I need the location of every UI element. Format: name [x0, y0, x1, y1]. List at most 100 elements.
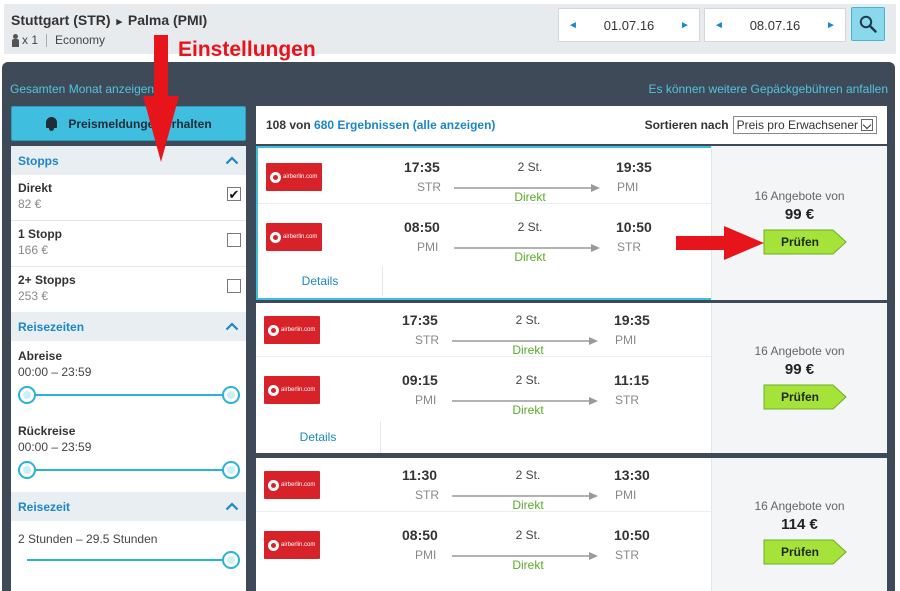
flight-duration: 2 St.	[517, 220, 543, 234]
airline-mark-icon	[268, 479, 279, 491]
airline-logo: airberlin.com	[264, 376, 320, 404]
search-button[interactable]	[851, 7, 885, 41]
baggage-fees-link[interactable]: Es können weitere Gepäckgebühren anfalle…	[649, 82, 889, 96]
airline-mark-icon	[270, 231, 281, 243]
sort-label: Sortieren nach	[644, 118, 729, 132]
stops-option-direct[interactable]: Direkt 82 € ✔	[11, 176, 246, 221]
show-month-link[interactable]: Gesamten Monat anzeigen	[10, 82, 154, 96]
arrival-airport: PMI	[615, 488, 637, 502]
direct-checkbox[interactable]: ✔	[227, 187, 241, 201]
departure-time: 08:50	[404, 219, 440, 235]
trip-details: x 1 Economy	[11, 33, 105, 47]
sort-select-value: Preis pro Erwachsener	[736, 118, 858, 132]
stops-option-price: 82 €	[18, 197, 42, 211]
departure-time-slider[interactable]	[18, 386, 240, 404]
slider-max-handle[interactable]	[222, 461, 240, 479]
airline-mark-icon	[268, 384, 279, 396]
outbound-date[interactable]: 01.07.16	[587, 18, 671, 33]
offers-count: 16 Angebote von	[754, 499, 845, 513]
departure-label: Abreise	[18, 349, 63, 363]
arrival-time: 13:30	[614, 467, 650, 483]
price-panel: 16 Angebote von 114 € Prüfen	[711, 458, 887, 591]
prev-return-date-button[interactable]: ◄	[705, 9, 733, 41]
slider-min-handle[interactable]	[18, 461, 36, 479]
flight-leg-outbound: airberlin.com 17:35 STR 2 St. Direkt 19:…	[258, 150, 713, 204]
airline-mark-icon	[268, 324, 279, 336]
duration-title: Reisezeit	[18, 499, 71, 514]
prev-outbound-date-button[interactable]: ◄	[559, 9, 587, 41]
arrival-airport: STR	[617, 240, 641, 254]
airline-logo: airberlin.com	[266, 163, 322, 191]
return-date[interactable]: 08.07.16	[733, 18, 817, 33]
duration-filter: 2 Stunden – 29.5 Stunden	[18, 530, 157, 546]
offers-count: 16 Angebote von	[754, 189, 845, 203]
next-return-date-button[interactable]: ►	[817, 9, 845, 41]
offers-count: 16 Angebote von	[754, 344, 845, 358]
stops-option-label: 1 Stopp	[18, 227, 62, 241]
bell-icon	[45, 116, 58, 131]
travel-times-title: Reisezeiten	[18, 319, 85, 334]
route-arrow-icon: ▸	[116, 16, 122, 28]
slider-max-handle[interactable]	[222, 386, 240, 404]
slider-min-handle[interactable]	[18, 386, 36, 404]
stops-option-price: 166 €	[18, 243, 49, 257]
one-stop-checkbox[interactable]	[227, 233, 241, 247]
flight-leg-return: airberlin.com 09:15 PMI 2 St. Direkt 11:…	[256, 363, 711, 417]
duration-section-header[interactable]: Reisezeit	[11, 492, 246, 521]
arrival-time: 19:35	[614, 312, 650, 328]
flight-duration: 2 St.	[515, 373, 541, 387]
sort-select[interactable]: Preis pro Erwachsener	[732, 116, 877, 134]
stops-option-label: 2+ Stopps	[18, 273, 76, 287]
filter-sidebar: Stopps Direkt 82 € ✔ 1 Stopp 166 € 2+ St…	[11, 146, 246, 591]
departure-time: 09:15	[402, 372, 438, 388]
details-link[interactable]: Details	[256, 421, 381, 453]
slider-track	[27, 559, 240, 561]
next-outbound-date-button[interactable]: ►	[671, 9, 699, 41]
stops-info: Direkt	[512, 403, 544, 417]
stops-info: Direkt	[512, 558, 544, 572]
stops-option-1-stop[interactable]: 1 Stopp 166 €	[11, 222, 246, 267]
return-time-slider[interactable]	[18, 461, 240, 479]
departure-airport: STR	[415, 333, 439, 347]
return-date-picker: ◄ 08.07.16 ►	[704, 8, 846, 42]
airline-logo: airberlin.com	[264, 471, 320, 499]
details-link[interactable]: Details	[258, 266, 383, 296]
chevron-up-icon	[225, 156, 239, 165]
price-panel: 16 Angebote von 99 € Prüfen	[711, 146, 887, 300]
check-offer-button[interactable]: Prüfen	[763, 229, 847, 255]
check-offer-button[interactable]: Prüfen	[763, 539, 847, 565]
arrival-airport: STR	[615, 393, 639, 407]
slider-track	[18, 469, 240, 471]
result-card[interactable]: airberlin.com 17:35 STR 2 St. Direkt 19:…	[256, 303, 887, 453]
airline-mark-icon	[270, 171, 281, 183]
travel-times-section-header[interactable]: Reisezeiten	[11, 312, 246, 341]
departure-time: 11:30	[402, 467, 438, 483]
airline-mark-icon	[268, 539, 279, 551]
arrival-time: 10:50	[614, 527, 650, 543]
check-offer-label: Prüfen	[780, 390, 819, 404]
cabin-class: Economy	[55, 33, 106, 47]
sort-control: Sortieren nach Preis pro Erwachsener	[645, 116, 877, 134]
stops-option-2-plus[interactable]: 2+ Stopps 253 €	[11, 268, 246, 313]
flight-duration: 2 St.	[515, 528, 541, 542]
price: 99 €	[784, 361, 815, 378]
results-count: 108 von 680 Ergebnissen (alle anzeigen)	[266, 118, 495, 132]
result-card[interactable]: airberlin.com 17:35 STR 2 St. Direkt 19:…	[256, 146, 887, 300]
stops-option-label: Direkt	[18, 181, 53, 195]
stops-section-header[interactable]: Stopps	[11, 146, 246, 175]
arrival-airport: PMI	[615, 333, 637, 347]
airline-logo: airberlin.com	[266, 223, 322, 251]
chevron-up-icon	[225, 502, 239, 511]
outbound-date-picker: ◄ 01.07.16 ►	[558, 8, 700, 42]
flight-duration: 2 St.	[517, 160, 543, 174]
result-card[interactable]: airberlin.com 11:30 STR 2 St. Direkt 13:…	[256, 458, 887, 591]
slider-max-handle[interactable]	[222, 551, 240, 569]
price: 114 €	[781, 516, 818, 533]
two-plus-stops-checkbox[interactable]	[227, 279, 241, 293]
airline-logo: airberlin.com	[264, 316, 320, 344]
price-alert-button[interactable]: Preismeldungen erhalten	[11, 106, 246, 141]
duration-slider[interactable]	[27, 551, 240, 569]
check-offer-button[interactable]: Prüfen	[763, 384, 847, 410]
chevron-up-icon	[225, 322, 239, 331]
show-all-results-link[interactable]: 680 Ergebnissen (alle anzeigen)	[314, 118, 495, 132]
